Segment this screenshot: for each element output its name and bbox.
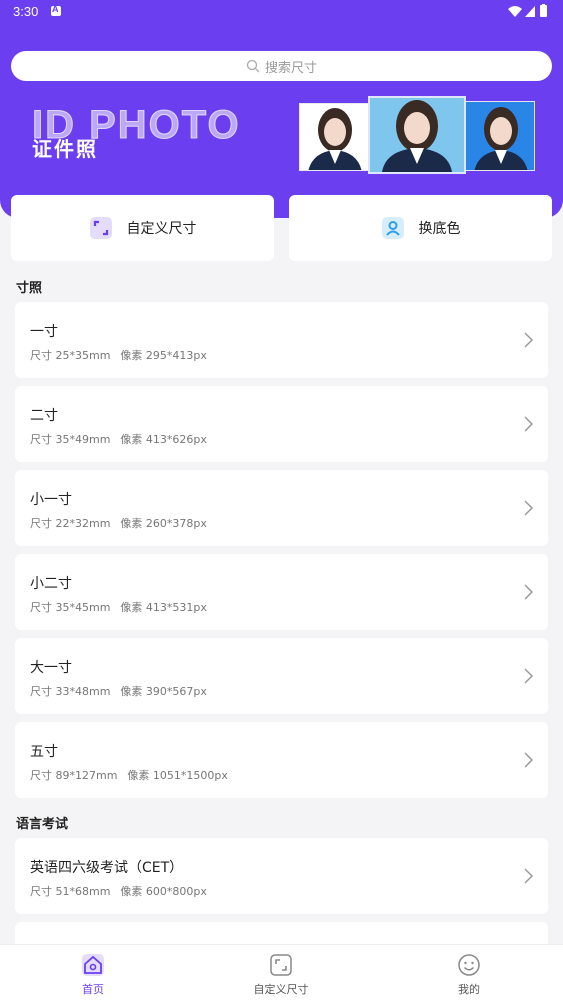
chevron-right-icon [524,668,533,684]
custom-size-label: 自定义尺寸 [126,221,197,237]
portrait-icon [381,217,404,239]
size-item-five-inch[interactable]: 五寸 尺寸 89*127mm 像素 1051*1500px [15,722,548,798]
tab-custom-size-label: 自定义尺寸 [253,983,309,996]
crop-frame-icon [89,217,112,239]
chevron-right-icon [524,868,533,884]
smile-icon [458,954,480,976]
size-item-title: 英语四六级考试（CET） [30,860,184,876]
change-background-button[interactable]: 换底色 [289,195,552,261]
size-item-spec: 尺寸 35*45mm 像素 413*531px [30,601,207,614]
tab-home[interactable]: 首页 [33,953,153,997]
change-background-label: 换底色 [418,221,461,237]
section-title-photo-sizes: 寸照 [16,281,43,296]
status-icons [508,4,547,17]
size-item-one-inch[interactable]: 一寸 尺寸 25*35mm 像素 295*413px [15,302,548,378]
size-item-title: 小一寸 [30,492,72,508]
status-time: 3:30 [13,4,39,19]
size-item-spec: 尺寸 35*49mm 像素 413*626px [30,433,207,446]
tab-me-label: 我的 [458,983,480,996]
size-item-title: 二寸 [30,408,58,424]
bottom-tab-bar: 首页 自定义尺寸 我的 [0,944,563,1002]
size-item-title: 五寸 [30,744,58,760]
signal-icon [525,6,535,17]
status-bar: 3:30 [0,0,563,24]
size-item-small-two-inch[interactable]: 小二寸 尺寸 35*45mm 像素 413*531px [15,554,548,630]
chevron-right-icon [524,416,533,432]
home-icon [82,954,104,976]
tab-me[interactable]: 我的 [409,953,529,997]
notification-icon [51,4,61,16]
chevron-right-icon [524,752,533,768]
size-item-spec: 尺寸 89*127mm 像素 1051*1500px [30,769,228,782]
size-item-title: 大一寸 [30,660,72,676]
size-item-cet[interactable]: 英语四六级考试（CET） 尺寸 51*68mm 像素 600*800px [15,838,548,914]
sample-photo-white [299,103,369,171]
chevron-right-icon [524,332,533,348]
search-placeholder: 搜索尺寸 [264,60,317,76]
size-item-spec: 尺寸 25*35mm 像素 295*413px [30,349,207,362]
battery-icon [540,5,547,17]
size-item-spec: 尺寸 22*32mm 像素 260*378px [30,517,207,530]
size-item-small-one-inch[interactable]: 小一寸 尺寸 22*32mm 像素 260*378px [15,470,548,546]
tab-home-label: 首页 [82,983,104,996]
size-item-title: 小二寸 [30,576,72,592]
chevron-right-icon [524,500,533,516]
banner-title-cn: 证件照 [32,137,98,161]
sample-photo-blue [465,101,535,171]
tab-custom-size[interactable]: 自定义尺寸 [221,953,341,997]
chevron-right-icon [524,584,533,600]
search-icon [246,59,260,73]
crop-frame-icon [270,954,292,976]
sample-photo-light-blue [368,96,466,174]
size-item-two-inch[interactable]: 二寸 尺寸 35*49mm 像素 413*626px [15,386,548,462]
wifi-icon [508,6,522,17]
size-item-title: 一寸 [30,324,58,340]
custom-size-button[interactable]: 自定义尺寸 [11,195,274,261]
search-input[interactable]: 搜索尺寸 [11,51,552,81]
size-item-spec: 尺寸 51*68mm 像素 600*800px [30,885,207,898]
size-item-large-one-inch[interactable]: 大一寸 尺寸 33*48mm 像素 390*567px [15,638,548,714]
section-title-language-exams: 语言考试 [16,817,69,832]
size-item-spec: 尺寸 33*48mm 像素 390*567px [30,685,207,698]
